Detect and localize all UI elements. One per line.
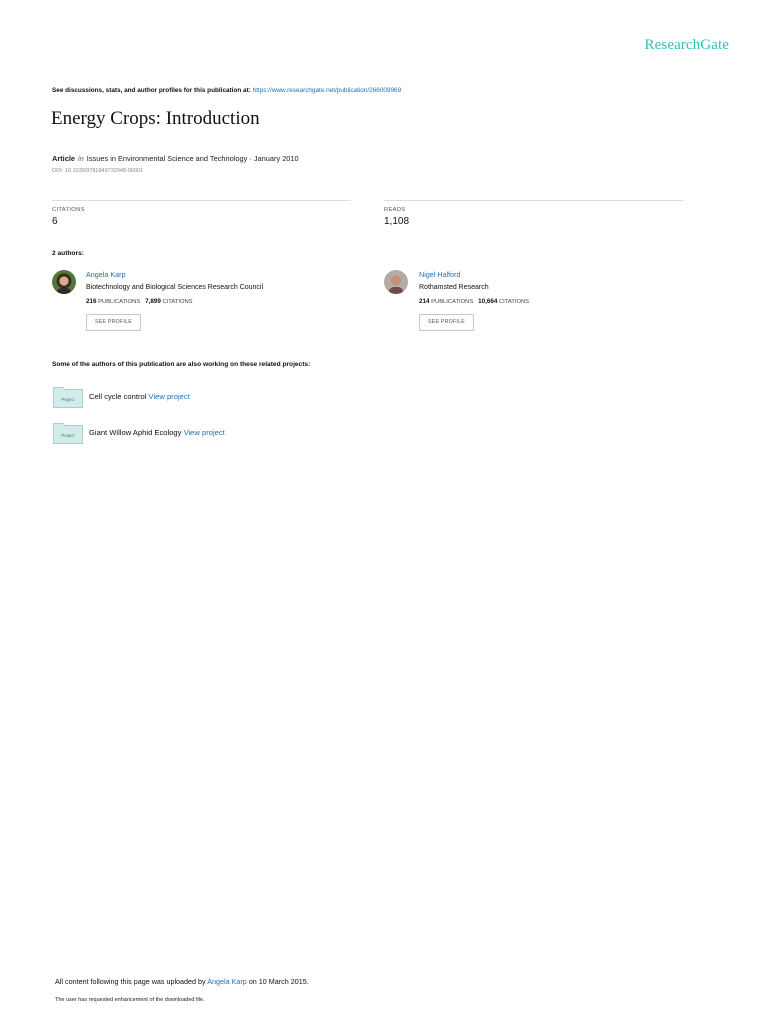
avatar[interactable] [384, 270, 408, 294]
author-stats: 214 PUBLICATIONS 10,664 CITATIONS [419, 298, 529, 305]
discussion-notice: See discussions, stats, and author profi… [52, 87, 401, 94]
project-folder-icon: Project [53, 423, 83, 444]
related-projects-heading: Some of the authors of this publication … [52, 361, 311, 368]
citations-label: CITATIONS [498, 299, 530, 305]
author-institution: Biotechnology and Biological Sciences Re… [86, 284, 264, 291]
view-project-link[interactable]: View project [184, 428, 225, 437]
citations-count: 10,664 [478, 298, 498, 305]
project-folder-icon: Project [53, 387, 83, 408]
upload-notice: All content following this page was uplo… [55, 977, 309, 986]
venue-date: Issues in Environmental Science and Tech… [86, 154, 299, 163]
publication-type: Article [52, 154, 76, 163]
publication-url-link[interactable]: https://www.researchgate.net/publication… [253, 87, 402, 94]
citations-label: CITATIONS [52, 207, 85, 213]
publication-title: Energy Crops: Introduction [51, 108, 260, 129]
upload-prefix: All content following this page was uplo… [55, 977, 206, 986]
publications-label: PUBLICATIONS [431, 299, 474, 305]
notice-prefix: See discussions, stats, and author profi… [52, 87, 251, 94]
doi: DOI: 10.1039/9781849732048-00001 [52, 168, 144, 174]
citations-label: CITATIONS [162, 299, 193, 305]
see-profile-button[interactable]: SEE PROFILE [419, 314, 474, 331]
project-icon-label: Project [61, 397, 75, 402]
author-stats: 216 PUBLICATIONS 7,899 CITATIONS [86, 298, 193, 305]
author-name-link[interactable]: Angela Karp [86, 270, 126, 279]
upload-suffix: on 10 March 2015. [248, 977, 309, 986]
divider [384, 200, 683, 201]
project-name: Cell cycle control [89, 392, 147, 401]
publications-count: 214 [419, 298, 430, 305]
citations-value: 6 [52, 216, 58, 227]
reads-label: READS [384, 207, 406, 213]
citations-count: 7,899 [145, 298, 161, 305]
project-icon-label: Project [61, 433, 75, 438]
publications-label: PUBLICATIONS [98, 299, 141, 305]
divider [52, 200, 351, 201]
see-profile-button[interactable]: SEE PROFILE [86, 314, 141, 331]
publication-meta: Article in Issues in Environmental Science… [52, 154, 299, 163]
avatar[interactable] [52, 270, 76, 294]
project-name: Giant Willow Aphid Ecology [89, 428, 182, 437]
publications-count: 216 [86, 298, 97, 305]
author-institution: Rothamsted Research [419, 284, 489, 291]
project-item: Cell cycle control View project [89, 392, 190, 401]
author-name-link[interactable]: Nigel Halford [419, 270, 461, 279]
uploader-link[interactable]: Angela Karp [207, 977, 247, 986]
researchgate-logo[interactable]: ResearchGate [645, 37, 729, 54]
in-word: in [78, 154, 84, 163]
view-project-link[interactable]: View project [149, 392, 190, 401]
reads-value: 1,108 [384, 216, 410, 227]
enhancement-notice: The user has requested enhancement of th… [55, 997, 205, 1003]
authors-heading: 2 authors: [52, 250, 84, 257]
project-item: Giant Willow Aphid Ecology View project [89, 428, 225, 437]
